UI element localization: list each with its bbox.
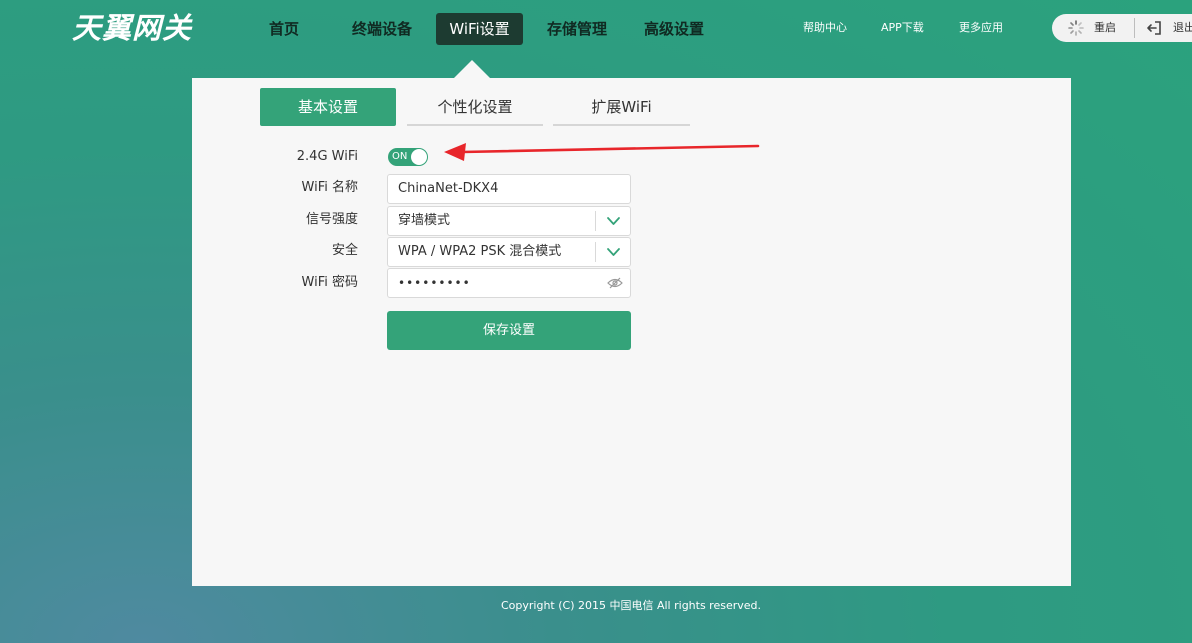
nav-pointer-caret — [454, 60, 490, 78]
nav-item-devices[interactable]: 终端设备 — [340, 13, 424, 45]
logout-icon — [1147, 21, 1161, 35]
wifi-24g-toggle[interactable]: ON — [388, 148, 428, 166]
toggle-knob — [411, 149, 427, 165]
signal-strength-value: 穿墙模式 — [398, 213, 451, 228]
system-actions: 重启 退出 — [1052, 14, 1192, 42]
security-select[interactable]: WPA / WPA2 PSK 混合模式 — [387, 237, 631, 267]
wifi-name-input[interactable]: ChinaNet-DKX4 — [387, 174, 631, 204]
wifi-name-value: ChinaNet-DKX4 — [398, 181, 499, 196]
signal-strength-select[interactable]: 穿墙模式 — [387, 206, 631, 236]
restart-spinner-icon — [1068, 20, 1084, 36]
logo: 天翼网关 — [72, 11, 193, 45]
help-center-link[interactable]: 帮助中心 — [803, 20, 847, 36]
nav-item-home[interactable]: 首页 — [256, 13, 312, 45]
chevron-down-icon — [607, 217, 620, 225]
save-settings-button[interactable]: 保存设置 — [387, 311, 631, 350]
nav-item-storage[interactable]: 存储管理 — [537, 13, 617, 45]
select-divider — [595, 242, 596, 262]
select-divider — [595, 211, 596, 231]
toggle-state-text: ON — [392, 151, 408, 162]
security-label: 安全 — [331, 243, 358, 258]
wifi-password-value: ••••••••• — [398, 276, 471, 290]
restart-label: 重启 — [1094, 21, 1116, 34]
wifi-password-input[interactable]: ••••••••• — [387, 268, 631, 298]
tab-extend-wifi[interactable]: 扩展WiFi — [553, 88, 690, 126]
wifi-24g-label: 2.4G WiFi — [296, 149, 358, 164]
eye-hidden-icon[interactable] — [607, 276, 623, 290]
signal-strength-label: 信号强度 — [305, 212, 358, 227]
nav-item-wifi-settings[interactable]: WiFi设置 — [436, 13, 523, 45]
settings-panel: 基本设置 个性化设置 扩展WiFi 2.4G WiFi ON WiFi 名称 C… — [192, 78, 1071, 586]
nav-item-advanced[interactable]: 高级设置 — [634, 13, 714, 45]
chevron-down-icon — [607, 248, 620, 256]
logout-button[interactable]: 退出 — [1135, 14, 1192, 42]
top-bar: 天翼网关 首页 终端设备 WiFi设置 存储管理 高级设置 帮助中心 APP下载… — [0, 0, 1192, 62]
wifi-name-label: WiFi 名称 — [301, 180, 358, 195]
tab-personalization[interactable]: 个性化设置 — [407, 88, 543, 126]
security-value: WPA / WPA2 PSK 混合模式 — [398, 244, 562, 259]
tab-basic-settings[interactable]: 基本设置 — [260, 88, 396, 126]
wifi-password-label: WiFi 密码 — [301, 275, 358, 290]
logout-label: 退出 — [1173, 21, 1192, 34]
restart-button[interactable]: 重启 — [1052, 14, 1134, 42]
copyright-footer: Copyright (C) 2015 中国电信 All rights reser… — [500, 599, 762, 612]
app-download-link[interactable]: APP下载 — [881, 20, 924, 36]
more-apps-link[interactable]: 更多应用 — [959, 20, 1003, 36]
